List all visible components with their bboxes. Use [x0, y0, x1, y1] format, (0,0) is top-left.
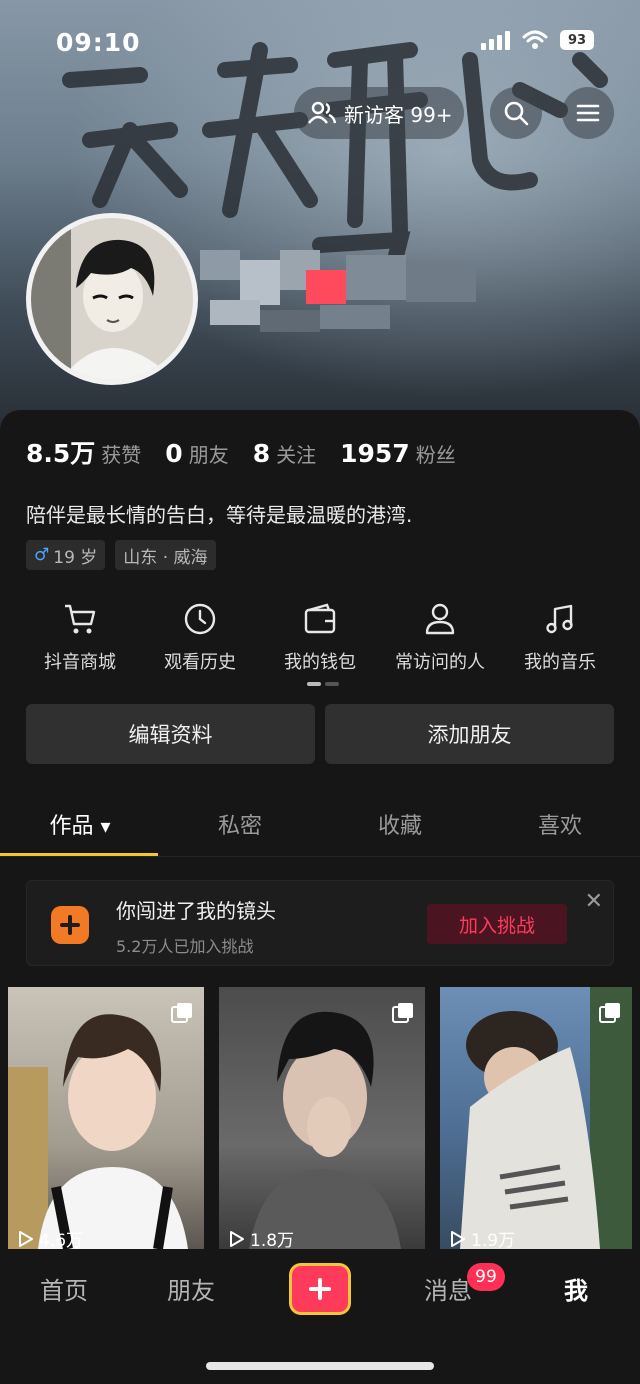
tool-douyin-mall[interactable]: 抖音商城	[20, 602, 140, 674]
avatar-image	[31, 218, 193, 380]
tab-works[interactable]: 作品 ▾	[0, 808, 160, 840]
menu-button[interactable]	[562, 87, 614, 139]
wifi-icon	[522, 30, 548, 49]
stat-number: 1957	[340, 439, 410, 468]
search-icon	[504, 101, 529, 126]
view-count: 1.9万	[450, 1226, 515, 1249]
tabs-divider	[0, 856, 640, 857]
video-thumb-1[interactable]: 4.6万	[8, 987, 204, 1249]
view-count-label: 1.9万	[471, 1231, 516, 1249]
tab-label: 私密	[217, 814, 262, 839]
play-icon	[230, 1230, 244, 1247]
stat-label: 关注	[276, 443, 317, 467]
view-count: 1.8万	[229, 1226, 294, 1249]
location-label: 山东 · 威海	[123, 547, 208, 568]
person-icon	[425, 603, 455, 635]
video-thumbnail-image	[249, 1011, 401, 1249]
profile-banner: 09:10 93 新访客 99+	[0, 0, 640, 440]
view-count-label: 4.6万	[39, 1231, 84, 1249]
music-icon	[546, 604, 573, 634]
avatar[interactable]	[26, 213, 198, 385]
edit-profile-button[interactable]: 编辑资料	[26, 704, 315, 764]
tab-likes[interactable]: 喜欢	[480, 808, 640, 840]
video-thumb-2[interactable]: 1.8万	[219, 987, 425, 1249]
status-time: 09:10	[56, 28, 141, 57]
profile-tags: ♂ 19 岁 山东 · 威海	[26, 540, 216, 570]
play-icon	[451, 1230, 465, 1247]
tab-label: 喜欢	[537, 814, 582, 839]
stat-label: 获赞	[101, 443, 142, 467]
cart-icon	[65, 604, 96, 634]
plus-icon	[309, 1278, 331, 1300]
stat-label: 朋友	[188, 443, 229, 467]
new-visitors-label: 新访客 99+	[344, 102, 453, 127]
bio-text: 陪伴是最长情的告白，等待是最温暖的港湾.	[26, 503, 413, 527]
stat-followers[interactable]: 1957 粉丝	[340, 439, 456, 468]
stat-friends[interactable]: 0 朋友	[165, 439, 228, 468]
messages-badge: 99	[467, 1263, 505, 1291]
join-challenge-button[interactable]: 加入挑战	[427, 904, 567, 944]
tool-wallet[interactable]: 我的钱包	[260, 602, 380, 674]
age-label: 19 岁	[53, 547, 98, 568]
tab-label: 作品	[49, 814, 94, 839]
challenge-banner[interactable]: 你闯进了我的镜头 5.2万人已加入挑战 加入挑战 ✕	[26, 880, 614, 966]
tool-label: 常访问的人	[395, 652, 485, 673]
new-visitors-button[interactable]: 新访客 99+	[294, 87, 464, 139]
stat-following[interactable]: 8 关注	[253, 439, 316, 468]
tool-shortcuts: 抖音商城 观看历史 我的钱包 常访问的人 我的音乐	[0, 602, 640, 692]
add-friend-button[interactable]: 添加朋友	[325, 704, 614, 764]
tool-label: 我的钱包	[284, 652, 356, 673]
stat-label: 粉丝	[415, 443, 456, 467]
nav-friends[interactable]: 朋友	[151, 1271, 231, 1306]
age-tag: ♂ 19 岁	[26, 540, 106, 570]
challenge-subtitle: 5.2万人已加入挑战	[116, 937, 254, 956]
tab-private[interactable]: 私密	[160, 808, 320, 840]
male-icon: ♂	[34, 545, 50, 565]
multi-image-icon	[392, 1003, 413, 1023]
stat-number: 0	[165, 439, 183, 468]
tool-label: 我的音乐	[524, 652, 596, 673]
people-icon	[308, 101, 336, 124]
wallet-icon	[304, 603, 336, 634]
video-thumbnail-image	[8, 1014, 188, 1249]
stat-number: 8	[252, 439, 271, 468]
stats-row: 8.5万 获赞 0 朋友 8 关注 1957 粉丝	[26, 434, 480, 470]
stat-likes[interactable]: 8.5万 获赞	[26, 434, 141, 470]
nav-home[interactable]: 首页	[24, 1271, 104, 1306]
tool-my-music[interactable]: 我的音乐	[500, 602, 620, 674]
tab-favorites[interactable]: 收藏	[320, 808, 480, 840]
tool-watch-history[interactable]: 观看历史	[140, 602, 260, 674]
search-button[interactable]	[490, 87, 542, 139]
tools-page-indicator	[307, 682, 339, 686]
close-icon[interactable]: ✕	[585, 889, 603, 914]
content-tabs: 作品 ▾ 私密 收藏 喜欢	[0, 798, 640, 858]
play-icon	[19, 1230, 33, 1247]
caret-down-icon: ▾	[100, 814, 111, 838]
challenge-title: 你闯进了我的镜头	[116, 899, 276, 923]
clock-icon	[184, 603, 216, 635]
multi-image-icon	[599, 1003, 620, 1023]
signal-icon	[481, 30, 510, 50]
multi-image-icon	[171, 1003, 192, 1023]
video-thumbnail-image	[460, 987, 632, 1249]
tool-label: 抖音商城	[44, 652, 116, 673]
bottom-nav: 首页 朋友 消息 99 我	[0, 1249, 640, 1384]
nav-me[interactable]: 我	[536, 1271, 616, 1306]
tab-label: 收藏	[377, 814, 422, 839]
status-bar: 09:10 93	[0, 24, 640, 64]
tool-frequent-visitors[interactable]: 常访问的人	[380, 602, 500, 674]
location-tag: 山东 · 威海	[115, 540, 216, 570]
view-count: 4.6万	[18, 1226, 83, 1249]
home-indicator[interactable]	[206, 1362, 434, 1370]
challenge-icon	[51, 906, 89, 944]
video-thumb-3[interactable]: 1.9万	[440, 987, 632, 1249]
view-count-label: 1.8万	[250, 1231, 295, 1249]
tool-label: 观看历史	[164, 652, 236, 673]
profile-actions: 编辑资料 添加朋友	[26, 704, 614, 764]
video-grid: 4.6万 1.8万 1.9万	[0, 987, 640, 1249]
stat-number: 8.5万	[26, 439, 96, 468]
menu-icon	[576, 104, 600, 122]
create-button[interactable]	[289, 1263, 351, 1315]
battery-indicator: 93	[560, 30, 594, 50]
